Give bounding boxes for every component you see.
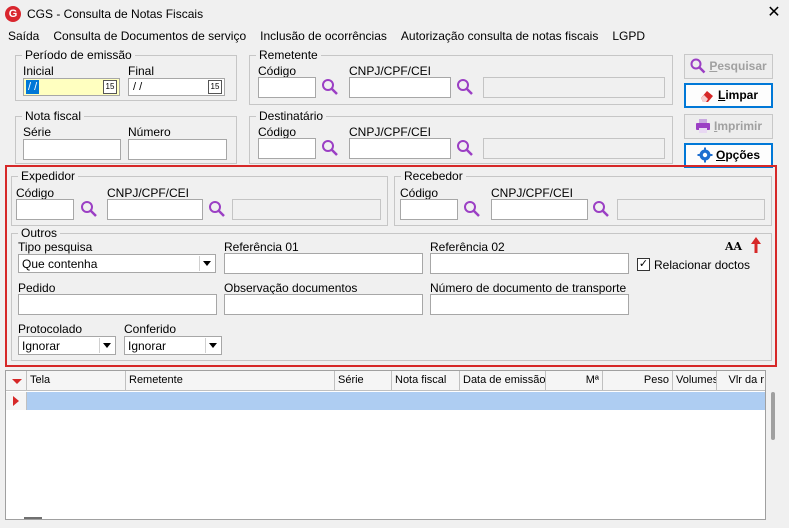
menu-item-inclusao-ocorrencias[interactable]: Inclusão de ocorrências [253,28,394,46]
group-title: Período de emissão [22,48,135,62]
scrollbar-thumb[interactable] [771,392,775,440]
group-title: Remetente [256,48,321,62]
table-row[interactable] [6,392,765,410]
column-header-volumes[interactable]: Volumes [673,371,717,390]
grid-header: Tela Remetente Série Nota fiscal Data de… [6,371,765,391]
menu-item-consulta-documentos[interactable]: Consulta de Documentos de serviço [46,28,253,46]
imprimir-label: mprimir [717,119,763,133]
pesquisar-label: esquisar [717,59,767,73]
close-window-button[interactable]: ✕ [764,3,784,23]
data-final-input[interactable]: / / 15 [128,78,225,96]
search-icon[interactable] [456,78,474,96]
opcoes-mnemonic: O [715,148,726,162]
date-value: / / [133,81,143,93]
destinatario-codigo-input[interactable] [258,138,316,159]
opcoes-label: pções [725,148,761,162]
limpar-button[interactable]: Limpar [684,83,773,108]
highlight-box [5,165,777,367]
horizontal-scrollbar-thumb[interactable] [24,517,42,519]
remetente-cnpj-input[interactable] [349,77,451,98]
serie-label: Série [23,125,52,139]
printer-icon [695,118,710,133]
column-header-nota-fiscal[interactable]: Nota fiscal [392,371,460,390]
remetente-codigo-input[interactable] [258,77,316,98]
data-inicial-input[interactable]: / / 15 [23,78,120,96]
limpar-label: impar [725,88,759,102]
inicial-label: Inicial [23,64,54,78]
destinatario-nome-field [483,138,665,159]
app-logo-icon: G [5,6,21,22]
search-icon[interactable] [321,139,339,157]
current-row-indicator-icon [6,392,27,410]
pesquisar-button[interactable]: Pesquisar [684,54,773,79]
remetente-nome-field [483,77,665,98]
vertical-scrollbar[interactable] [767,390,779,520]
search-icon[interactable] [456,139,474,157]
menu-bar: Saída Consulta de Documentos de serviço … [0,28,789,46]
eraser-icon [700,90,713,102]
column-header-peso[interactable]: Peso [603,371,673,390]
menu-item-autorizacao[interactable]: Autorização consulta de notas fiscais [394,28,605,46]
search-icon[interactable] [321,78,339,96]
numero-label: Número [128,125,171,139]
remetente-codigo-label: Código [258,64,297,78]
imprimir-button[interactable]: Imprimir [684,114,773,139]
destinatario-cnpj-input[interactable] [349,138,451,159]
column-header-m3[interactable]: Mª [546,371,603,390]
remetente-cnpj-label: CNPJ/CPF/CEI [349,64,432,78]
column-header-valor[interactable]: Vlr da r [717,371,765,390]
serie-input[interactable] [23,139,121,160]
destinatario-cnpj-label: CNPJ/CPF/CEI [349,125,432,139]
results-grid[interactable]: Tela Remetente Série Nota fiscal Data de… [5,370,766,520]
calendar-icon[interactable]: 15 [208,80,222,94]
column-header-data-emissao[interactable]: Data de emissão [460,371,546,390]
search-icon [690,58,706,74]
window-title: CGS - Consulta de Notas Fiscais [27,7,204,21]
menu-item-lgpd[interactable]: LGPD [605,28,652,46]
date-value: / / [26,80,40,94]
sort-indicator-icon[interactable] [6,371,27,391]
menu-item-saida[interactable]: Saída [0,28,46,46]
column-header-remetente[interactable]: Remetente [126,371,335,390]
calendar-icon[interactable]: 15 [103,80,117,94]
group-title: Nota fiscal [22,109,85,123]
final-label: Final [128,64,155,78]
destinatario-codigo-label: Código [258,125,297,139]
gear-icon [697,147,713,163]
group-title: Destinatário [256,109,327,123]
numero-input[interactable] [128,139,227,160]
column-header-serie[interactable]: Série [335,371,392,390]
column-header-tela[interactable]: Tela [27,371,126,390]
